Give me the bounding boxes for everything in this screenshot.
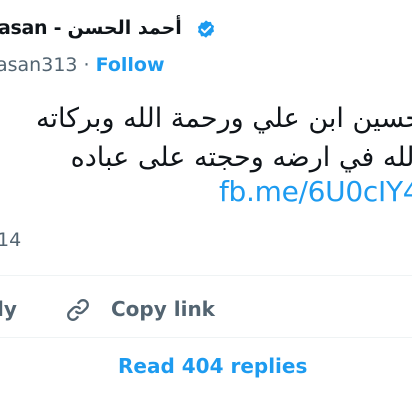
tweet-text-line-1: حسين ابن علي ورحمة الله وبركاته	[35, 103, 412, 134]
reply-button[interactable]: ly	[0, 297, 17, 321]
link-icon[interactable]	[64, 296, 92, 324]
read-replies-button[interactable]: Read 404 replies	[118, 354, 307, 378]
tweet-text-line-2: الله في ارضه وحجته على عباده	[70, 142, 412, 173]
author-handle[interactable]: asan313	[0, 54, 78, 76]
divider-top	[0, 275, 412, 276]
verified-badge-icon	[197, 20, 215, 38]
tweet-link[interactable]: fb.me/6U0cIY4	[219, 175, 412, 208]
author-name[interactable]: asan - أحمد الحسن	[0, 17, 182, 39]
follow-button[interactable]: Follow	[96, 54, 165, 76]
tweet-timestamp[interactable]: 14	[0, 229, 21, 251]
copy-link-button[interactable]: Copy link	[111, 297, 215, 321]
handle-separator: ·	[77, 54, 96, 76]
author-handle-row: asan313 · Follow	[0, 54, 165, 76]
divider-bottom	[0, 337, 412, 338]
